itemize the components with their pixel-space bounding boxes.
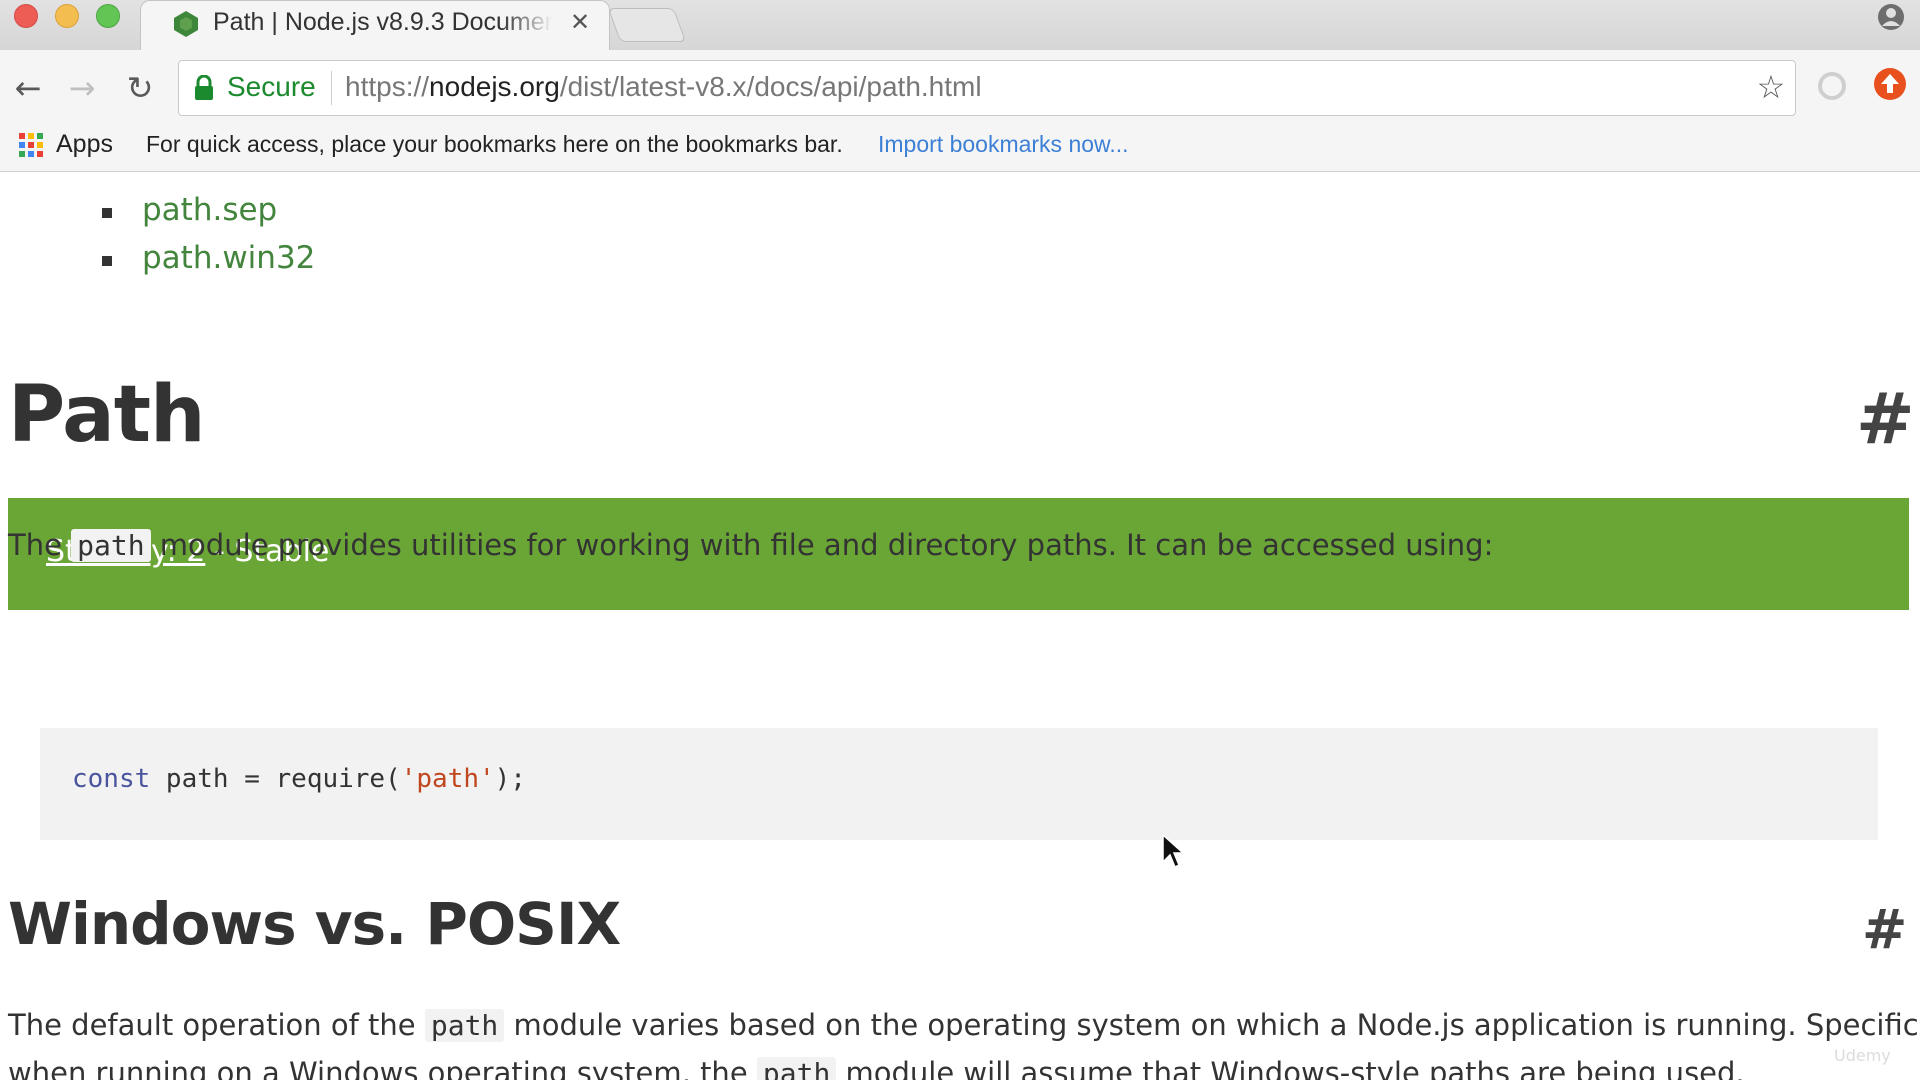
url-scheme: https:// <box>345 71 430 102</box>
windows-posix-paragraph-line-1: The default operation of the path module… <box>8 1008 1920 1042</box>
bullet <box>102 256 112 266</box>
watermark: Udemy <box>1834 1046 1891 1065</box>
code-keyword: const <box>72 764 151 794</box>
forward-arrow-icon[interactable]: → <box>62 68 102 108</box>
section-anchor-link[interactable]: # <box>1862 898 1907 961</box>
inline-code: path <box>424 1009 505 1042</box>
bookmark-star-icon[interactable]: ☆ <box>1751 67 1791 107</box>
tab-title: Path | Node.js v8.9.3 Documentation <box>213 8 553 36</box>
code-text: ); <box>494 764 526 794</box>
new-tab-button[interactable] <box>607 8 687 42</box>
code-line: const path = require('path'); <box>72 764 526 794</box>
apps-grid-icon[interactable] <box>18 132 44 158</box>
nodejs-hexagon-icon <box>174 11 198 37</box>
extension-icon[interactable] <box>1814 68 1850 104</box>
url-path: /dist/latest-v8.x/docs/api/path.html <box>559 71 982 102</box>
mouse-cursor-icon <box>1162 834 1184 869</box>
url-text[interactable]: https://nodejs.org/dist/latest-v8.x/docs… <box>345 71 982 103</box>
toc-link-path-sep[interactable]: path.sep <box>142 192 277 228</box>
back-arrow-icon[interactable]: ← <box>8 68 48 108</box>
address-bar[interactable]: Secure https://nodejs.org/dist/latest-v8… <box>178 60 1796 116</box>
section-anchor-link[interactable]: # <box>1856 378 1915 460</box>
minimize-window-button[interactable] <box>55 4 79 28</box>
text: module will assume that Windows-style pa… <box>836 1056 1745 1080</box>
bookmarks-bar: Apps For quick access, place your bookma… <box>0 122 1920 172</box>
extension-upload-icon[interactable] <box>1872 66 1908 102</box>
page-title: Path <box>8 370 206 460</box>
active-tab[interactable]: Path | Node.js v8.9.3 Documentation ✕ <box>140 0 610 50</box>
close-window-button[interactable] <box>14 4 38 28</box>
apps-shortcut[interactable]: Apps <box>56 130 113 159</box>
code-block: const path = require('path'); <box>40 728 1878 840</box>
section-heading: Windows vs. POSIX <box>8 890 621 958</box>
browser-toolbar: ← → ↻ Secure https://nodejs.org/dist/lat… <box>0 50 1920 172</box>
text: module provides utilities for working wi… <box>150 528 1494 562</box>
bookmarks-hint: For quick access, place your bookmarks h… <box>146 131 843 157</box>
inline-code: path <box>756 1057 837 1080</box>
code-text: path = require( <box>150 764 401 794</box>
import-bookmarks-link[interactable]: Import bookmarks now... <box>878 131 1129 158</box>
secure-label: Secure <box>227 71 316 102</box>
omnibox-divider <box>331 71 332 105</box>
toc-link-path-win32[interactable]: path.win32 <box>142 240 315 276</box>
text: when running on a Windows operating syst… <box>8 1056 757 1080</box>
code-string: 'path' <box>400 764 495 794</box>
text: The default operation of the <box>8 1008 425 1042</box>
text: The <box>8 528 72 562</box>
zoom-window-button[interactable] <box>96 4 120 28</box>
windows-posix-paragraph-line-2: when running on a Windows operating syst… <box>8 1056 1745 1080</box>
browser-tab-bar: Path | Node.js v8.9.3 Documentation ✕ <box>0 0 1920 50</box>
reload-icon[interactable]: ↻ <box>120 68 160 108</box>
text: module varies based on the operating sys… <box>504 1008 1920 1042</box>
intro-paragraph: The path module provides utilities for w… <box>8 528 1493 562</box>
bullet <box>102 208 112 218</box>
page-content: path.sep path.win32 Path # Stability: 2 … <box>0 172 1920 1080</box>
tab-close-icon[interactable]: ✕ <box>565 7 595 37</box>
inline-code: path <box>71 529 151 562</box>
url-host: nodejs.org <box>429 71 560 102</box>
profile-icon[interactable] <box>1876 2 1906 32</box>
lock-icon <box>195 75 213 100</box>
